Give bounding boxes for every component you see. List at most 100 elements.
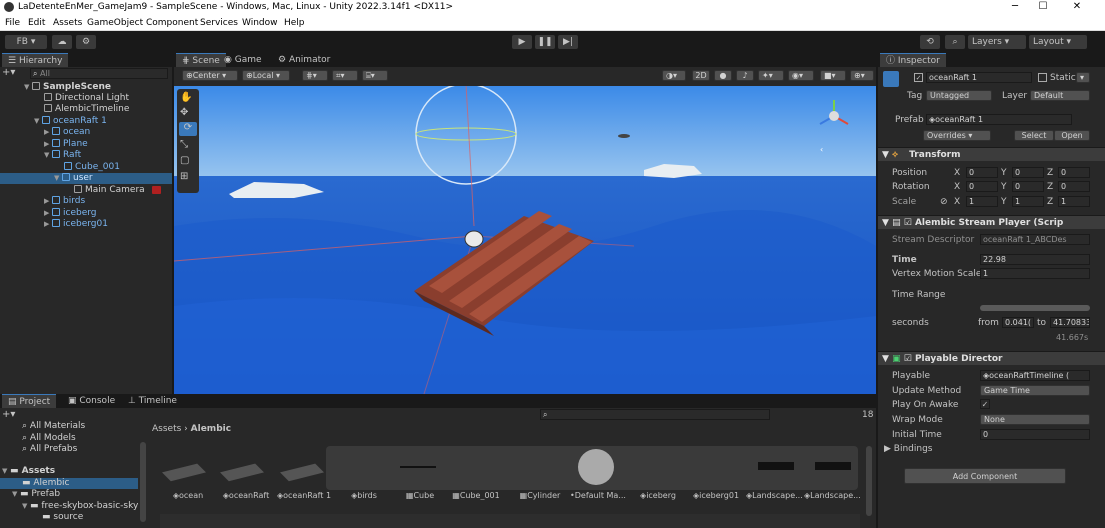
asset-birds[interactable]: ◈birds	[336, 491, 392, 500]
menu-component[interactable]: Component	[146, 18, 198, 28]
playable-field[interactable]: ◈oceanRaftTimeline (	[980, 370, 1090, 381]
collab-icon[interactable]: ⚙	[76, 35, 96, 49]
folder-alembic[interactable]: ▬ Alembic	[22, 478, 70, 489]
hierarchy-item-birds[interactable]: ▶ birds	[44, 196, 85, 207]
director-enabled-checkbox[interactable]: ☑	[904, 354, 912, 364]
asset-thumb-landscape[interactable]	[758, 462, 794, 470]
2d-toggle[interactable]: 2D	[692, 70, 710, 81]
menu-window[interactable]: Window	[242, 18, 278, 28]
folder-scrollbar[interactable]	[140, 442, 146, 522]
search-icon[interactable]: ⌕	[945, 35, 965, 49]
hierarchy-item-oceanraft1[interactable]: ▼ oceanRaft 1	[34, 116, 107, 127]
update-method-dropdown[interactable]: Game Time	[980, 385, 1090, 396]
static-checkbox[interactable]	[1038, 73, 1047, 82]
folder-free-skybox[interactable]: ▼ ▬ free-skybox-basic-sky	[22, 501, 138, 512]
hidden-objects-icon[interactable]: ◉▾	[788, 70, 814, 81]
play-button[interactable]: ▶	[512, 35, 532, 49]
audio-icon[interactable]: ♪	[736, 70, 754, 81]
position-y-field[interactable]: 0	[1012, 167, 1044, 178]
menu-file[interactable]: File	[5, 18, 20, 28]
cloud-icon[interactable]: ☁	[52, 35, 72, 49]
hierarchy-item-iceberg01[interactable]: ▶ iceberg01	[44, 219, 108, 230]
range-from-field[interactable]: 0.041(	[1002, 317, 1034, 328]
pivot-dropdown[interactable]: ⊕Center ▾	[182, 70, 238, 81]
asset-cube[interactable]: ▦Cube	[392, 491, 448, 500]
select-button[interactable]: Select	[1014, 130, 1054, 141]
object-name-field[interactable]: oceanRaft 1	[926, 72, 1032, 83]
hierarchy-item-directional-light[interactable]: Directional Light	[44, 93, 129, 104]
layer-dropdown[interactable]: Default	[1030, 90, 1090, 101]
asset-ocean[interactable]: ◈ocean	[160, 491, 216, 500]
constrain-proportions-icon[interactable]: ⊘	[940, 197, 948, 207]
asset-iceberg01[interactable]: ◈iceberg01	[688, 491, 744, 500]
rotation-y-field[interactable]: 0	[1012, 181, 1044, 192]
asset-default-material[interactable]: •Default Ma...	[570, 491, 626, 500]
asset-scrollbar[interactable]	[866, 446, 872, 516]
folder-source[interactable]: ▬ source	[42, 512, 83, 523]
add-icon[interactable]: +▾	[2, 68, 22, 79]
active-checkbox[interactable]: ✓	[914, 73, 923, 82]
favorite-all-materials[interactable]: ⌕ All Materials	[22, 421, 85, 432]
menu-assets[interactable]: Assets	[53, 18, 82, 28]
asset-thumb-landscape-2[interactable]	[815, 462, 851, 470]
menu-gameobject[interactable]: GameObject	[87, 18, 143, 28]
hierarchy-item-cube001[interactable]: Cube_001	[64, 162, 120, 173]
time-range-slider[interactable]	[980, 305, 1090, 311]
camera-icon[interactable]: ■▾	[820, 70, 846, 81]
hierarchy-item-ocean[interactable]: ▶ ocean	[44, 127, 90, 138]
menu-edit[interactable]: Edit	[28, 18, 45, 28]
position-z-field[interactable]: 0	[1058, 167, 1090, 178]
transform-header[interactable]: ▼ ⟡ Transform	[878, 147, 1105, 161]
play-on-awake-checkbox[interactable]: ✓	[980, 399, 990, 409]
prefab-field[interactable]: ◈oceanRaft 1	[926, 114, 1072, 125]
hierarchy-search-input[interactable]: ⌕ All	[30, 68, 168, 79]
asset-oceanraft[interactable]: ◈oceanRaft	[218, 491, 274, 500]
asset-cube001[interactable]: ▦Cube_001	[448, 491, 504, 500]
asset-thumb-ocean[interactable]	[162, 463, 206, 482]
tab-timeline[interactable]: ⊥ Timeline	[122, 394, 183, 408]
rect-tool-icon[interactable]: ▢	[180, 155, 189, 166]
grid-visibility-icon[interactable]: ⌸▾	[362, 70, 388, 81]
asset-cylinder[interactable]: ▦Cylinder	[512, 491, 568, 500]
hierarchy-item-plane[interactable]: ▶ Plane	[44, 139, 88, 150]
history-icon[interactable]: ⟲	[920, 35, 940, 49]
pause-button[interactable]: ❚❚	[535, 35, 555, 49]
menu-help[interactable]: Help	[284, 18, 305, 28]
tab-console[interactable]: ▣ Console	[62, 394, 121, 408]
account-dropdown[interactable]: FB ▾	[5, 35, 47, 49]
folder-assets[interactable]: ▼ ▬ Assets	[2, 466, 55, 477]
asset-thumb-oceanraft[interactable]	[220, 463, 264, 482]
alembic-enabled-checkbox[interactable]: ☑	[904, 218, 912, 228]
open-button[interactable]: Open	[1054, 130, 1090, 141]
hierarchy-item-user[interactable]: ▼ user	[54, 173, 93, 184]
close-button[interactable]: ✕	[1062, 1, 1092, 12]
hierarchy-item-iceberg[interactable]: ▶ iceberg	[44, 208, 97, 219]
layout-dropdown[interactable]: Layout ▾	[1029, 35, 1087, 49]
space-dropdown[interactable]: ⊕Local ▾	[242, 70, 290, 81]
folder-prefab[interactable]: ▼ ▬ Prefab	[12, 489, 60, 500]
asset-iceberg[interactable]: ◈iceberg	[630, 491, 686, 500]
asset-thumb-default-material[interactable]	[578, 449, 614, 485]
grid-snap-icon[interactable]: ⋕▾	[302, 70, 328, 81]
draw-mode-icon[interactable]: ◑▾	[662, 70, 686, 81]
rotation-z-field[interactable]: 0	[1058, 181, 1090, 192]
hierarchy-item-main-camera[interactable]: Main Camera	[74, 185, 145, 196]
snap-increment-icon[interactable]: ⌗▾	[332, 70, 358, 81]
rotation-x-field[interactable]: 0	[966, 181, 998, 192]
scale-tool-icon[interactable]: ⤡	[180, 139, 188, 150]
rotate-tool-icon[interactable]: ⟳	[179, 122, 197, 136]
maximize-button[interactable]: ☐	[1028, 1, 1058, 12]
effects-icon[interactable]: ✦▾	[758, 70, 784, 81]
gizmos-icon[interactable]: ⊕▾	[850, 70, 874, 81]
hierarchy-item-raft[interactable]: ▼ Raft	[44, 150, 81, 161]
favorite-all-prefabs[interactable]: ⌕ All Prefabs	[22, 444, 77, 455]
tab-project[interactable]: ▤ Project	[2, 394, 57, 408]
tab-hierarchy[interactable]: ☰ Hierarchy	[2, 53, 69, 67]
asset-thumb-oceanraft1[interactable]	[280, 463, 324, 482]
position-x-field[interactable]: 0	[966, 167, 998, 178]
transform-tool-icon[interactable]: ⊞	[180, 171, 188, 182]
alembic-player-header[interactable]: ▼ ▤ ☑ Alembic Stream Player (Scrip	[878, 215, 1105, 229]
lighting-icon[interactable]: ●	[714, 70, 732, 81]
scale-x-field[interactable]: 1	[966, 196, 998, 207]
tab-game[interactable]: ◉ Game	[218, 53, 268, 67]
